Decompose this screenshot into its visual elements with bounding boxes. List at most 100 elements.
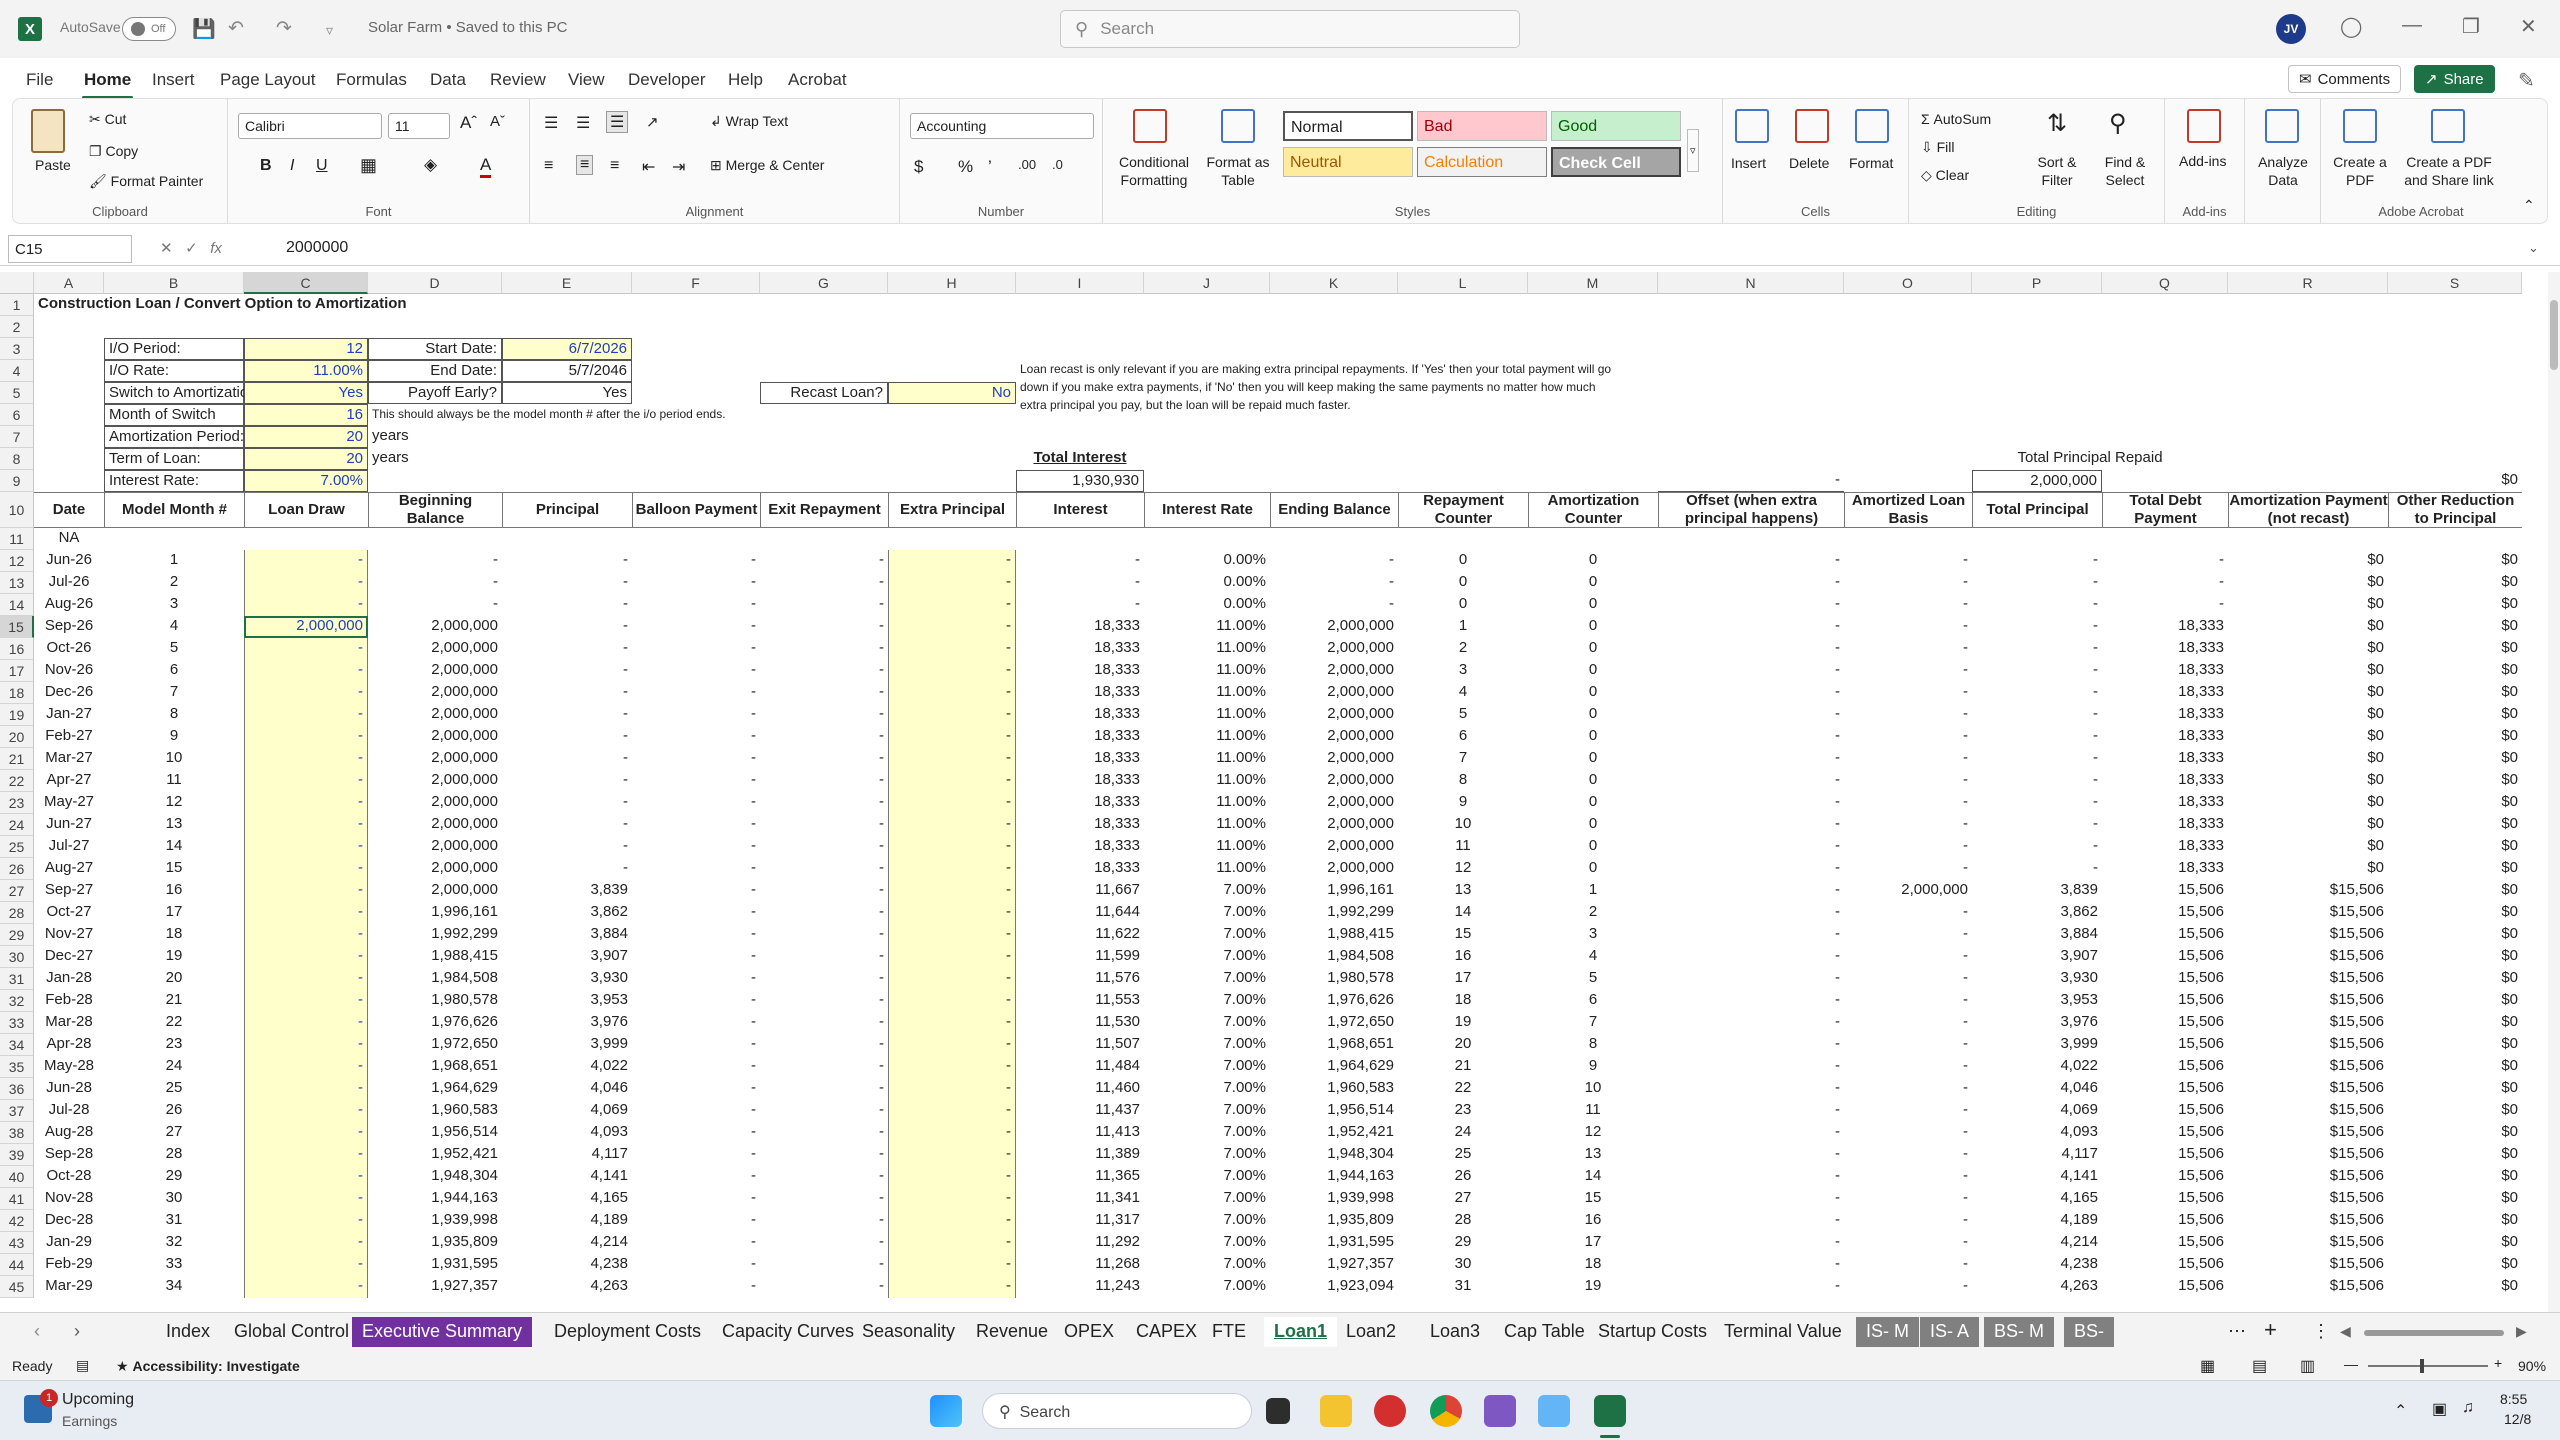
table-cell[interactable]: - [888,550,1016,572]
table-cell[interactable]: - [244,1232,368,1254]
column-header-n[interactable]: N [1658,272,1844,294]
column-header-a[interactable]: A [34,272,104,294]
row-header[interactable]: 24 [0,814,34,836]
file-explorer-icon[interactable] [1320,1395,1352,1427]
row-header[interactable]: 11 [0,528,34,550]
column-header-j[interactable]: J [1144,272,1270,294]
restore-icon[interactable]: ❐ [2462,14,2480,39]
style-good[interactable]: Good [1551,111,1681,141]
next-sheet-icon[interactable]: › [64,1317,90,1347]
scroll-right-icon[interactable]: ▶ [2516,1323,2527,1340]
row-header[interactable]: 6 [0,404,34,426]
table-cell[interactable]: - [888,660,1016,682]
row-header[interactable]: 5 [0,382,34,404]
column-header-d[interactable]: D [368,272,502,294]
tab-help[interactable]: Help [728,70,763,90]
column-header-g[interactable]: G [760,272,888,294]
row-header[interactable]: 7 [0,426,34,448]
table-cell[interactable]: - [244,946,368,968]
search-input[interactable]: ⚲ Search [1060,10,1520,48]
row-header[interactable]: 35 [0,1056,34,1078]
row-header[interactable]: 8 [0,448,34,470]
table-cell[interactable]: - [244,1276,368,1298]
column-header-c[interactable]: C [244,272,368,294]
create-share-pdf-button[interactable]: Create a PDF and Share link [2395,153,2503,189]
input-value[interactable]: 11.00% [244,360,368,382]
document-title[interactable]: Solar Farm • Saved to this PC [368,19,568,36]
editing-mode-icon[interactable]: ✎ [2518,68,2535,93]
sheet-tab-index[interactable]: Index [156,1317,220,1347]
table-cell[interactable]: - [888,792,1016,814]
font-color-icon[interactable]: A [480,155,492,178]
table-cell[interactable]: - [244,858,368,880]
table-cell[interactable]: - [244,594,368,616]
row-header[interactable]: 2 [0,316,34,338]
network-icon[interactable]: ▣ [2432,1399,2447,1419]
row-header[interactable]: 21 [0,748,34,770]
table-cell[interactable]: - [244,1166,368,1188]
tab-developer[interactable]: Developer [628,70,706,90]
decrease-indent-icon[interactable]: ⇤ [642,157,655,177]
font-name-select[interactable]: Calibri [238,113,382,139]
input-value-right[interactable]: 5/7/2046 [502,360,632,382]
input-value[interactable]: 20 [244,426,368,448]
table-cell[interactable]: - [888,990,1016,1012]
prev-sheet-icon[interactable]: ‹ [24,1317,50,1347]
column-header-o[interactable]: O [1844,272,1972,294]
table-cell[interactable]: - [888,814,1016,836]
row-header[interactable]: 19 [0,704,34,726]
table-cell[interactable]: - [244,924,368,946]
format-as-table-button[interactable]: Format as Table [1203,153,1273,189]
name-box[interactable]: C15 [8,235,132,263]
table-cell[interactable]: - [888,1188,1016,1210]
normal-view-icon[interactable]: ▦ [2200,1356,2215,1376]
table-cell[interactable]: - [244,968,368,990]
row-header[interactable]: 41 [0,1188,34,1210]
row-header[interactable]: 28 [0,902,34,924]
formula-input[interactable]: 2000000 [286,239,348,257]
table-cell[interactable]: - [244,770,368,792]
column-header-e[interactable]: E [502,272,632,294]
wrap-text-button[interactable]: ↲ Wrap Text [710,113,788,130]
table-cell[interactable]: - [888,1210,1016,1232]
column-header-k[interactable]: K [1270,272,1398,294]
row-header[interactable]: 13 [0,572,34,594]
sheet-options-icon[interactable]: ⋮ [2302,1317,2340,1347]
page-break-view-icon[interactable]: ▥ [2300,1356,2315,1376]
row-header[interactable]: 34 [0,1034,34,1056]
horizontal-scrollbar[interactable]: ◀ ▶ [2340,1323,2530,1343]
sheet-tab-fte[interactable]: FTE [1202,1317,1256,1347]
table-cell[interactable]: - [888,1122,1016,1144]
table-cell[interactable]: - [244,638,368,660]
bold-icon[interactable]: B [260,157,272,175]
zoom-slider-handle[interactable] [2420,1359,2424,1373]
tab-file[interactable]: File [26,70,53,90]
italic-icon[interactable]: I [290,157,294,175]
align-left-icon[interactable]: ≡ [544,157,553,175]
style-check-cell[interactable]: Check Cell [1551,147,1681,177]
snipping-tool-icon[interactable] [1484,1395,1516,1427]
row-header[interactable]: 36 [0,1078,34,1100]
table-cell[interactable]: - [244,1012,368,1034]
format-button[interactable]: Format [1849,155,1893,171]
column-header-h[interactable]: H [888,272,1016,294]
row-header[interactable]: 9 [0,470,34,492]
row-header[interactable]: 44 [0,1254,34,1276]
expand-formula-icon[interactable]: ⌄ [2528,240,2539,256]
column-header-p[interactable]: P [1972,272,2102,294]
sheet-tab-bs-[interactable]: BS- [2064,1317,2115,1347]
table-cell[interactable]: - [244,814,368,836]
add-sheet-icon[interactable]: + [2254,1313,2287,1343]
save-icon[interactable]: 💾 [192,17,216,41]
table-cell[interactable]: - [888,1232,1016,1254]
delete-button[interactable]: Delete [1789,155,1829,171]
row-header[interactable]: 17 [0,660,34,682]
table-cell[interactable]: - [244,836,368,858]
vertical-scrollbar[interactable] [2548,272,2560,1312]
tab-view[interactable]: View [568,70,605,90]
close-icon[interactable]: ✕ [2520,14,2537,39]
table-cell[interactable]: - [888,1012,1016,1034]
row-header[interactable]: 39 [0,1144,34,1166]
taskbar-search[interactable]: ⚲ Search [982,1393,1252,1429]
increase-indent-icon[interactable]: ⇥ [672,157,685,177]
